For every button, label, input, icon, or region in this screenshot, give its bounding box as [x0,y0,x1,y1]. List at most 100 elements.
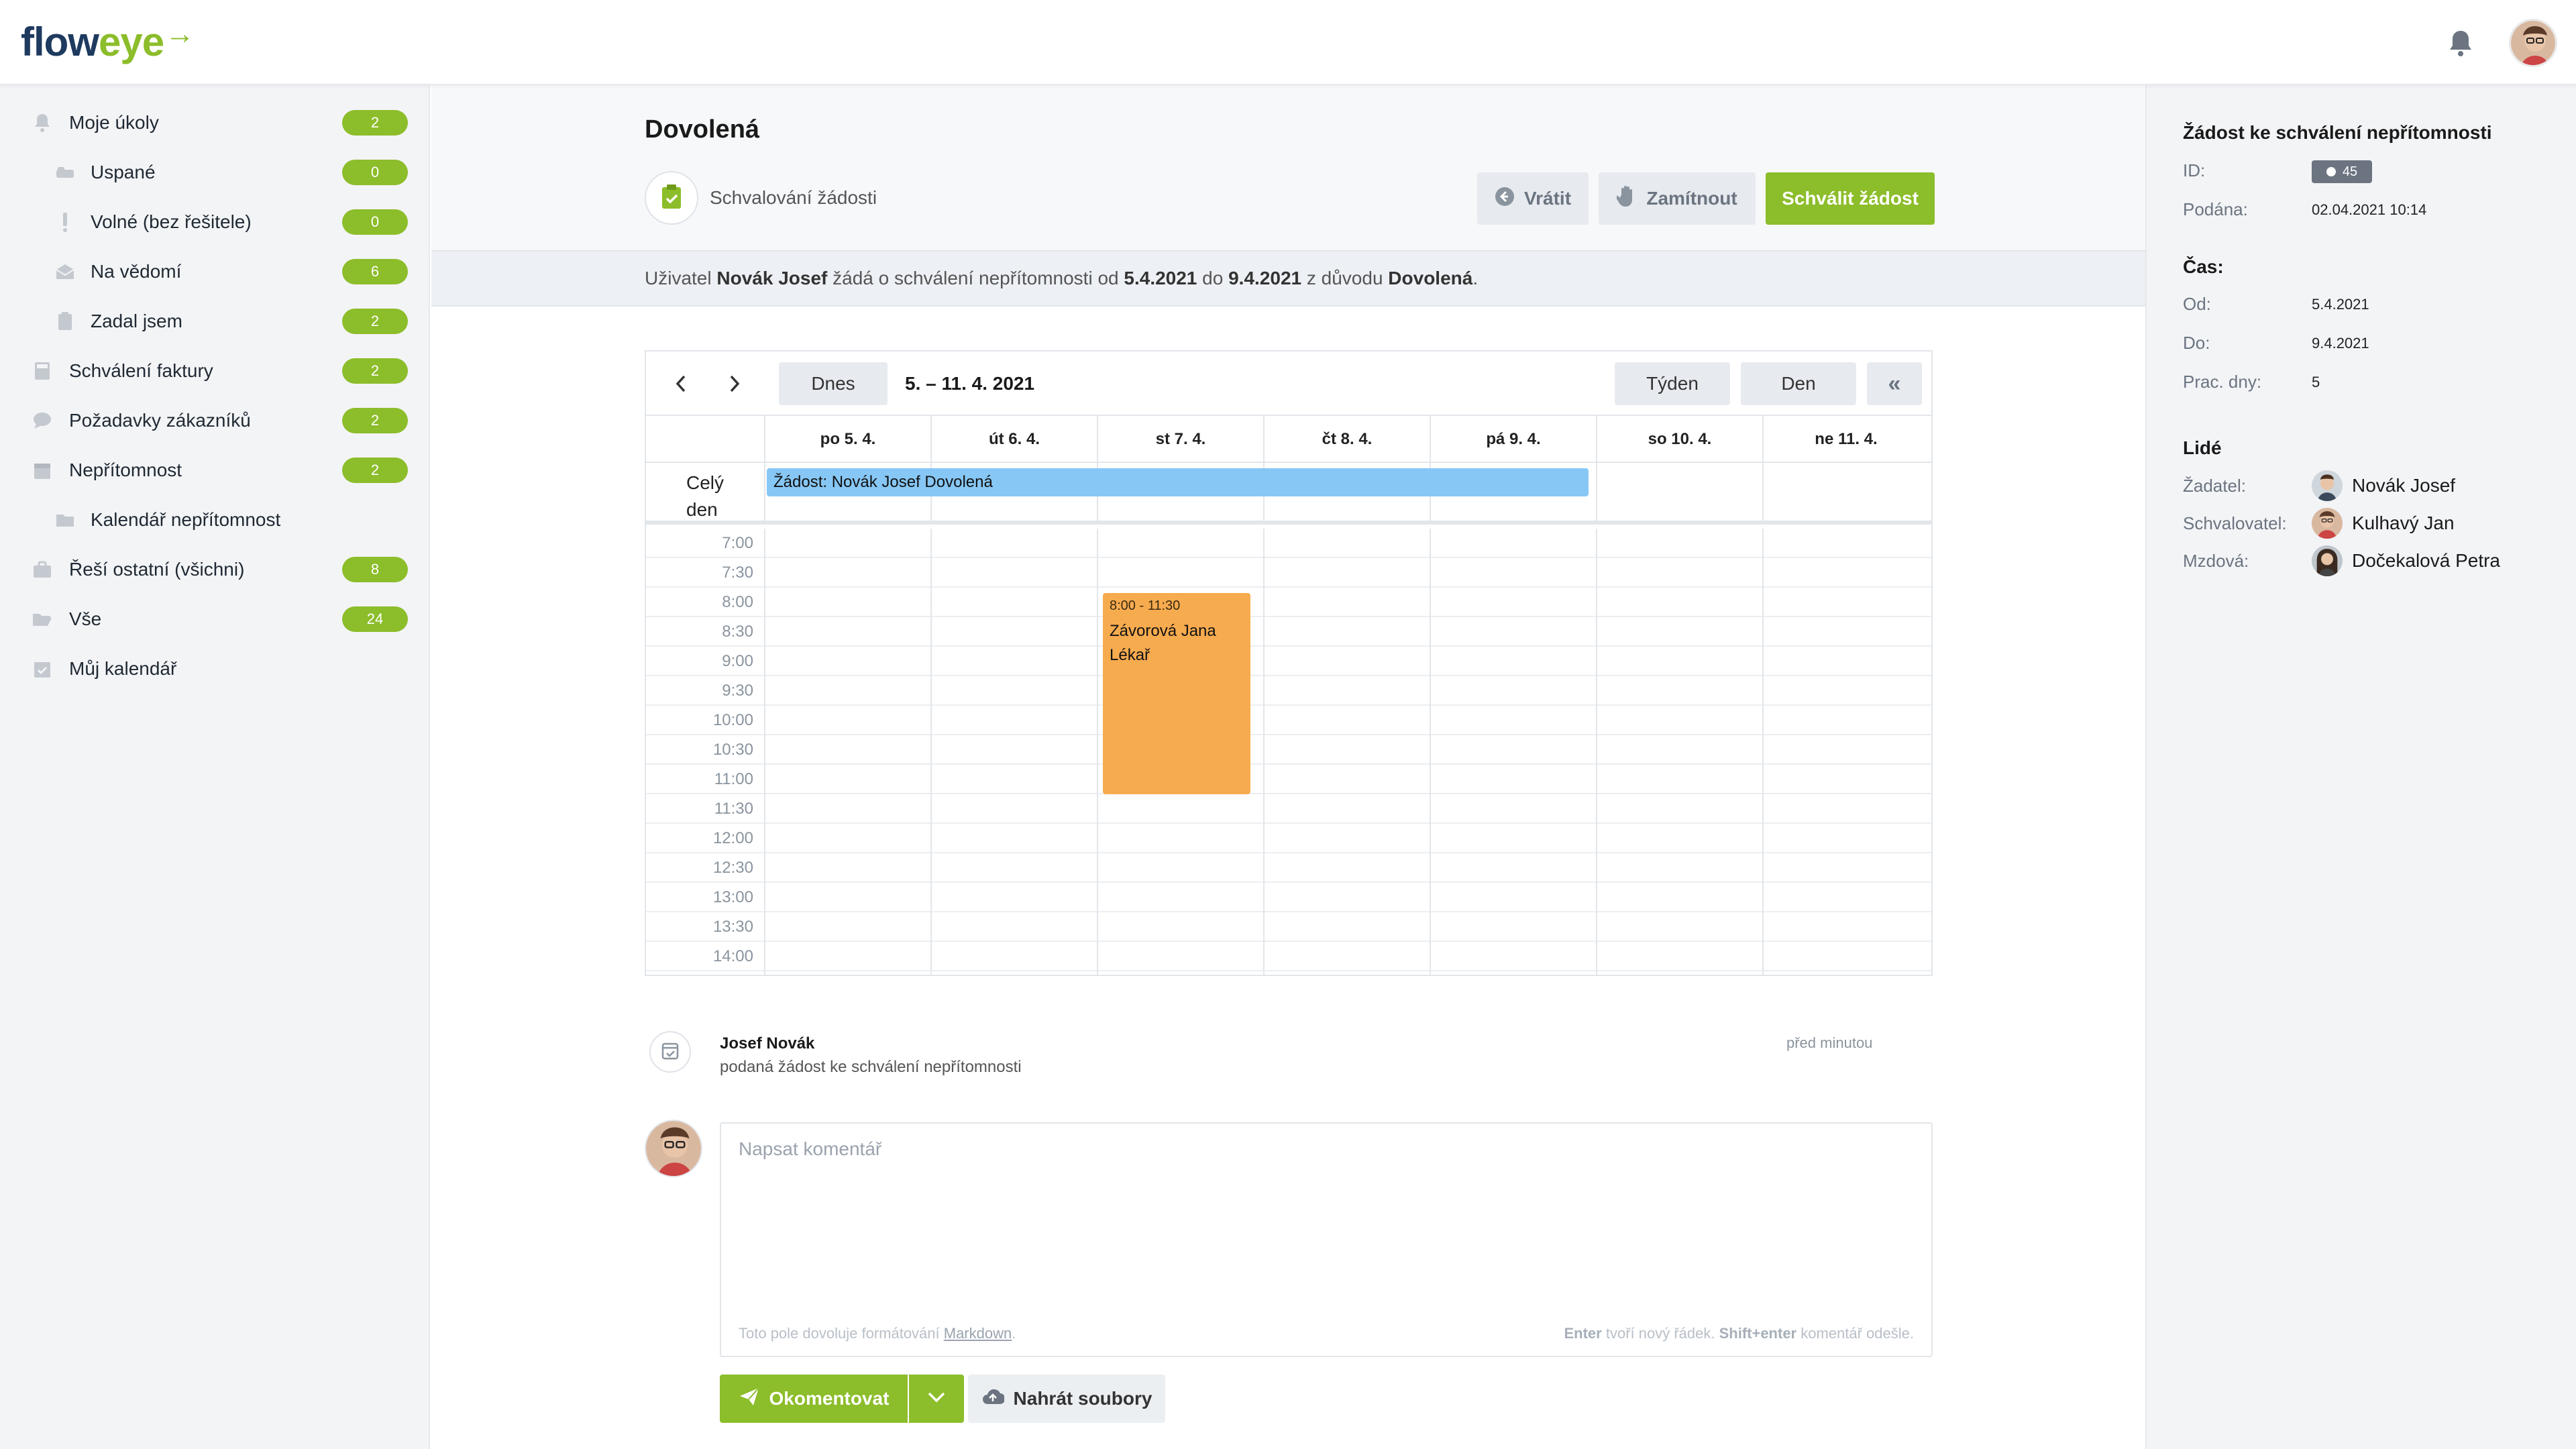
sidebar-item-customer-requests[interactable]: Požadavky zákazníků 2 [0,400,430,441]
sidebar-item-others-all[interactable]: Řeší ostatní (všichni) 8 [0,549,430,590]
avatar [645,1120,702,1177]
summary-to-date: 9.4.2021 [1228,268,1302,288]
collapse-icon[interactable]: « [1867,362,1922,405]
notification-bell-icon[interactable] [2447,28,2474,58]
sidebar-item-absence[interactable]: Nepřítomnost 2 [0,450,430,490]
to-label: Do: [2183,333,2210,353]
chevron-right-icon[interactable] [721,370,748,397]
today-button[interactable]: Dnes [779,362,888,405]
all-day-label-line: Celý [686,472,724,493]
day-header: pá 9. 4. [1430,416,1596,463]
event-type: Lékař [1110,646,1150,664]
summary-text: do [1197,268,1229,288]
upload-files-label: Nahrát soubory [1013,1388,1152,1409]
time-label: 9:00 [722,652,753,670]
calendar-toolbar: Dnes 5. – 11. 4. 2021 Týden Den « [646,352,1931,416]
all-day-cell[interactable] [1596,463,1762,521]
time-grid: 7:00 7:30 8:00 8:30 9:00 9:30 10:00 10:3… [646,529,1931,975]
markdown-hint-text: Toto pole dovoluje formátování [739,1325,944,1342]
day-view-button[interactable]: Den [1741,362,1856,405]
id-label: ID: [2183,160,2206,180]
keyboard-hint-text: komentář odešle. [1796,1325,1914,1342]
requester[interactable]: Novák Josef [2312,470,2455,501]
sidebar-item-cc[interactable]: Na vědomí 6 [0,252,430,292]
time-section-title: Čas: [2183,256,2224,277]
count-badge: 2 [342,408,408,433]
comment-textarea[interactable]: Napsat komentář Toto pole dovoluje formá… [720,1122,1933,1357]
requester-label: Žadatel: [2183,476,2246,496]
markdown-hint-text: . [1012,1325,1016,1342]
page-title: Dovolená [645,115,760,144]
reject-button-label: Zamítnout [1646,188,1737,209]
return-button[interactable]: Vrátit [1477,172,1589,225]
count-badge: 8 [342,557,408,582]
sidebar-item-unassigned[interactable]: Volné (bez řešitele) 0 [0,202,430,242]
all-day-event[interactable]: Žádost: Novák Josef Dovolená [767,468,1589,496]
event-time: 8:00 - 11:30 [1110,598,1181,613]
user-avatar[interactable] [2509,19,2557,67]
sidebar: Moje úkoly 2 Uspané 0 Volné (bez řešitel… [0,85,430,1449]
sidebar-item-absence-calendar[interactable]: Kalendář nepřítomnost [0,500,430,540]
payroll-name: Dočekalová Petra [2352,550,2501,571]
avatar [2312,545,2343,576]
calendar-icon [31,459,54,482]
top-bar: flow eye → [0,0,2576,85]
activity-timestamp: před minutou [1786,1034,1873,1051]
task-header: Dovolená Schvalování žádosti Vrátit Zamí… [431,85,2145,250]
event-person: Závorová Jana [1110,622,1216,640]
reject-button[interactable]: Zamítnout [1599,172,1756,225]
all-day-cell[interactable] [1762,463,1929,521]
sidebar-item-all[interactable]: Vše 24 [0,599,430,639]
folder-open-icon [31,608,54,631]
keyboard-hint-key: Enter [1564,1325,1602,1342]
workdays-value: 5 [2312,374,2320,390]
sidebar-item-my-tasks[interactable]: Moje úkoly 2 [0,103,430,143]
cloud-upload-icon [981,1388,1006,1410]
summary-from-date: 5.4.2021 [1124,268,1197,288]
day-column [930,529,1097,975]
day-header: ne 11. 4. [1762,416,1929,463]
activity-author[interactable]: Josef Novák [720,1034,814,1053]
sidebar-item-invoice-approval[interactable]: Schválení faktury 2 [0,351,430,391]
sleep-icon [54,161,76,184]
sidebar-item-label: Schválení faktury [69,360,213,381]
sidebar-item-label: Nepřítomnost [69,460,182,480]
detail-title: Žádost ke schválení nepřítomnosti [2183,122,2492,143]
sidebar-item-snoozed[interactable]: Uspané 0 [0,152,430,193]
payroll[interactable]: Dočekalová Petra [2312,545,2500,576]
calendar-event[interactable]: 8:00 - 11:30 Závorová Jana Lékař [1103,593,1250,794]
count-badge: 0 [342,209,408,235]
chat-icon [31,409,54,432]
day-column [1263,529,1430,975]
chevron-left-icon[interactable] [667,370,694,397]
comment-submit-button[interactable]: Okomentovat [720,1375,908,1423]
day-header: so 10. 4. [1596,416,1762,463]
approve-request-button[interactable]: Schválit žádost [1766,172,1935,225]
week-view-button[interactable]: Týden [1615,362,1730,405]
count-badge: 0 [342,160,408,185]
comment-options-dropdown[interactable] [909,1375,964,1423]
summary-text: z důvodu [1301,268,1389,288]
sidebar-item-created-by-me[interactable]: Zadal jsem 2 [0,301,430,341]
sidebar-item-label: Můj kalendář [69,658,177,679]
sidebar-item-label: Volné (bez řešitele) [91,211,252,232]
approver[interactable]: Kulhavý Jan [2312,508,2455,539]
markdown-link[interactable]: Markdown [944,1325,1012,1342]
day-header: st 7. 4. [1097,416,1263,463]
clipboard-check-icon [660,183,683,213]
calculator-icon [31,360,54,382]
sidebar-item-my-calendar[interactable]: Můj kalendář [0,649,430,689]
time-label: 12:30 [712,859,753,877]
time-label: 8:00 [722,593,753,611]
activity-description: podaná žádost ke schválení nepřítomnosti [720,1058,1022,1076]
time-label: 14:00 [712,947,753,965]
id-value: 45 [2342,164,2358,179]
upload-files-button[interactable]: Nahrát soubory [968,1375,1165,1423]
count-badge: 24 [342,606,408,632]
comment-placeholder: Napsat komentář [739,1138,882,1159]
day-header: čt 8. 4. [1263,416,1430,463]
envelope-icon [54,260,76,283]
logo[interactable]: flow eye → [21,15,195,68]
summary-reason: Dovolená [1388,268,1473,288]
sidebar-item-label: Zadal jsem [91,311,182,331]
